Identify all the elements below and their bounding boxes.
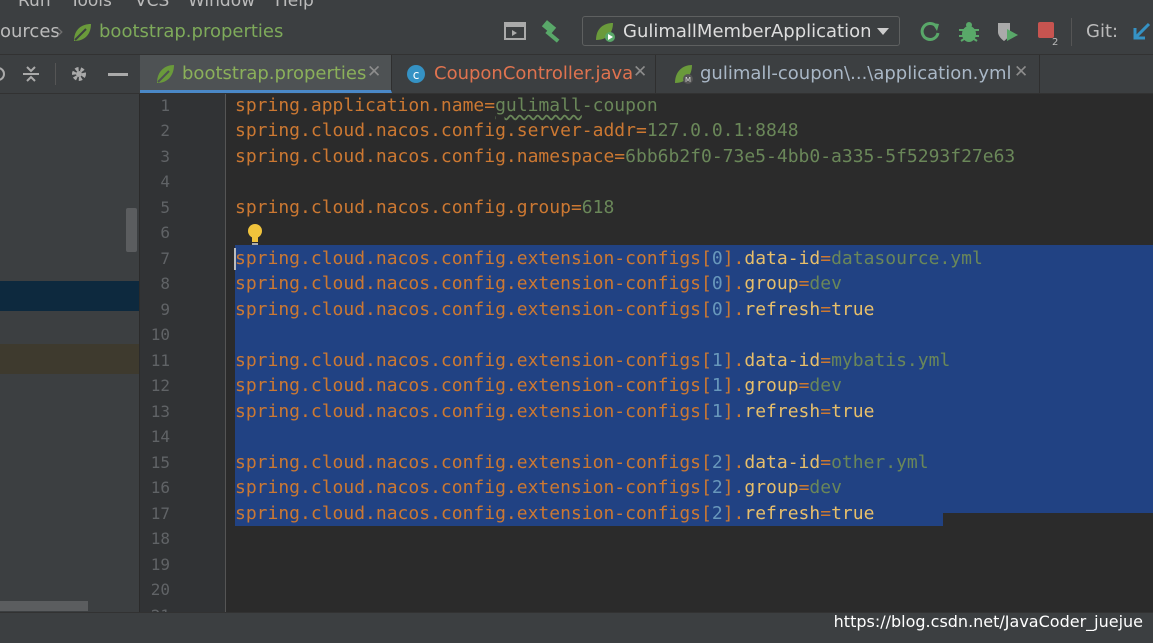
tab-label: CouponController.java <box>434 63 634 84</box>
spring-leaf-icon <box>154 62 178 90</box>
project-tool-strip <box>0 55 140 94</box>
line-number: 15 <box>150 453 170 472</box>
chevron-down-icon <box>877 28 889 35</box>
gutter-border <box>225 94 226 612</box>
watermark-url: https://blog.csdn.net/JavaCoder_juejue <box>833 612 1143 631</box>
menu-vcs[interactable]: VCS <box>135 0 169 10</box>
tab-application-yml[interactable]: M gulimall-coupon\...\application.yml ✕ <box>656 55 1040 93</box>
code-line-11[interactable]: spring.cloud.nacos.config.extension-conf… <box>235 348 950 373</box>
tab-bootstrap-properties[interactable]: bootstrap.properties ✕ <box>140 55 392 93</box>
line-number: 14 <box>150 427 170 446</box>
hide-panel-icon[interactable] <box>108 73 128 76</box>
project-vertical-scrollbar[interactable] <box>126 208 137 252</box>
code-line-2[interactable]: spring.cloud.nacos.config.server-addr=12… <box>235 118 799 143</box>
menu-help[interactable]: Help <box>275 0 314 10</box>
rerun-icon[interactable] <box>918 20 942 48</box>
line-number: 3 <box>160 147 170 166</box>
code-line-9[interactable]: spring.cloud.nacos.config.extension-conf… <box>235 297 874 322</box>
project-horizontal-scrollbar[interactable] <box>0 601 88 611</box>
line-number: 1 <box>160 96 170 115</box>
editor-tab-bar: bootstrap.properties ✕ c CouponControlle… <box>140 55 1153 94</box>
menu-bar: Run Tools VCS Window Help <box>0 0 1153 10</box>
code-line-7[interactable]: spring.cloud.nacos.config.extension-conf… <box>235 246 983 271</box>
toolbar-separator <box>1071 18 1072 46</box>
menu-tools[interactable]: Tools <box>70 0 112 10</box>
run-configuration-label: GulimallMemberApplication <box>623 21 872 42</box>
tab-coupon-controller[interactable]: c CouponController.java ✕ <box>392 55 656 93</box>
spring-leaf-icon: M <box>672 62 696 90</box>
line-number: 19 <box>150 555 170 574</box>
project-panel[interactable] <box>0 94 139 612</box>
build-hammer-icon[interactable] <box>540 20 566 48</box>
svg-text:M: M <box>685 76 691 84</box>
line-number: 8 <box>160 274 170 293</box>
line-number: 17 <box>150 504 170 523</box>
gear-icon[interactable] <box>68 63 90 89</box>
vcs-update-arrow-icon[interactable] <box>1130 20 1153 48</box>
navigation-bar: ources › bootstrap.properties GulimallMe… <box>0 10 1153 55</box>
line-number: 7 <box>160 249 170 268</box>
svg-text:c: c <box>413 68 420 82</box>
code-line-8[interactable]: spring.cloud.nacos.config.extension-conf… <box>235 271 842 296</box>
text-caret <box>234 248 236 270</box>
menu-run[interactable]: Run <box>18 0 51 10</box>
breadcrumb-chevron-icon: › <box>56 19 64 43</box>
close-icon[interactable]: ✕ <box>1014 62 1028 82</box>
layout-icon[interactable] <box>503 20 527 46</box>
close-icon[interactable]: ✕ <box>633 62 647 82</box>
code-line-17[interactable]: spring.cloud.nacos.config.extension-conf… <box>235 501 874 526</box>
java-class-icon: c <box>406 64 426 88</box>
code-line-13[interactable]: spring.cloud.nacos.config.extension-conf… <box>235 399 874 424</box>
debug-bug-icon[interactable] <box>956 20 982 48</box>
tab-label: bootstrap.properties <box>182 63 367 84</box>
line-number: 10 <box>150 325 170 344</box>
code-line-12[interactable]: spring.cloud.nacos.config.extension-conf… <box>235 373 842 398</box>
line-number: 13 <box>150 402 170 421</box>
project-selected-row[interactable] <box>0 281 139 311</box>
line-number: 11 <box>150 351 170 370</box>
code-line-5[interactable]: spring.cloud.nacos.config.group=618 <box>235 195 614 220</box>
breadcrumb-folder[interactable]: ources <box>0 21 60 42</box>
line-number: 5 <box>160 198 170 217</box>
line-number: 18 <box>150 529 170 548</box>
line-number: 20 <box>150 580 170 599</box>
line-number: 9 <box>160 300 170 319</box>
tab-label: gulimall-coupon\...\application.yml <box>700 63 1012 84</box>
code-line-16[interactable]: spring.cloud.nacos.config.extension-conf… <box>235 475 842 500</box>
menu-window[interactable]: Window <box>188 0 255 10</box>
stop-count-badge: 2 <box>1052 37 1059 48</box>
code-line-3[interactable]: spring.cloud.nacos.config.namespace=6bb6… <box>235 144 1015 169</box>
close-icon[interactable]: ✕ <box>367 62 381 82</box>
line-number: 12 <box>150 376 170 395</box>
spring-leaf-icon <box>70 21 94 49</box>
spring-boot-run-icon <box>593 20 617 48</box>
line-number: 6 <box>160 223 170 242</box>
expand-all-icon[interactable] <box>0 64 8 88</box>
run-configuration-select[interactable]: GulimallMemberApplication <box>582 16 900 46</box>
git-label: Git: <box>1086 21 1119 42</box>
run-with-coverage-icon[interactable] <box>994 20 1020 48</box>
toolstrip-separator <box>55 63 56 85</box>
breadcrumb-file[interactable]: bootstrap.properties <box>99 21 283 42</box>
line-number: 2 <box>160 121 170 140</box>
project-highlighted-row[interactable] <box>0 344 139 374</box>
code-line-1[interactable]: spring.application.name=gulimall-coupon <box>235 93 658 118</box>
collapse-all-icon[interactable] <box>20 63 42 89</box>
line-number: 16 <box>150 478 170 497</box>
line-number: 4 <box>160 172 170 191</box>
code-line-15[interactable]: spring.cloud.nacos.config.extension-conf… <box>235 450 929 475</box>
